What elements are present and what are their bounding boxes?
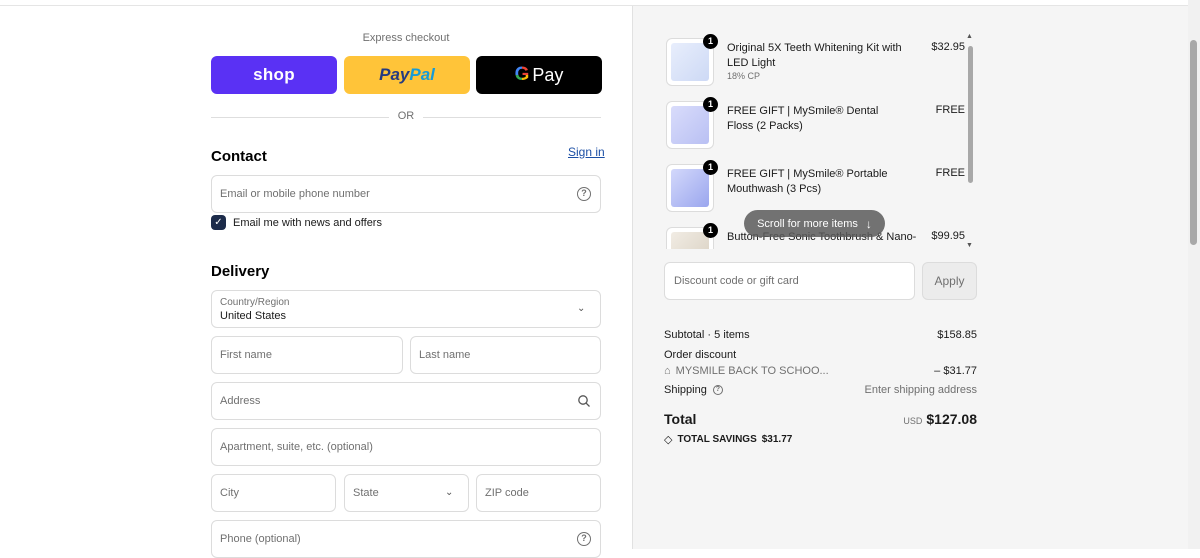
savings-value: $31.77 [761, 434, 793, 445]
shop-pay-label: shop [253, 65, 295, 84]
page-scrollbar[interactable] [1188, 0, 1200, 549]
items-scrollbar-thumb[interactable] [968, 46, 973, 183]
state-select[interactable]: State ⌄ [344, 474, 469, 512]
address-placeholder: Address [220, 395, 261, 407]
country-value: United States [220, 309, 287, 322]
item-price: FREE [935, 104, 965, 116]
dental-floss-image [671, 106, 709, 144]
subtotal-label: Subtotal · 5 items [664, 329, 750, 341]
help-circle-icon[interactable]: ? [577, 187, 591, 201]
paypal-logo-pay: Pay [379, 65, 410, 84]
scroll-up-arrow-icon[interactable]: ▲ [966, 33, 973, 40]
city-placeholder: City [220, 487, 239, 499]
apply-button[interactable]: Apply [922, 262, 977, 300]
page-scrollbar-thumb[interactable] [1190, 40, 1197, 245]
total-savings-row: ◇ TOTAL SAVINGS $31.77 [664, 433, 977, 446]
checkmark-icon[interactable]: ✓ [211, 215, 226, 230]
quantity-badge: 1 [703, 160, 718, 175]
subtotal-row: Subtotal · 5 items $158.85 [664, 329, 977, 341]
list-item: 1 FREE GIFT | MySmile® Portable Mouthwas… [664, 160, 976, 215]
help-circle-icon[interactable]: ? [712, 385, 723, 396]
scroll-more-label: Scroll for more items [757, 217, 858, 230]
contact-heading: Contact [211, 148, 267, 165]
email-field[interactable]: Email or mobile phone number ? [211, 175, 601, 213]
phone-field[interactable]: Phone (optional) ? [211, 520, 601, 558]
quantity-badge: 1 [703, 223, 718, 238]
savings-label: TOTAL SAVINGS [677, 434, 757, 445]
discount-placeholder: Discount code or gift card [674, 275, 799, 287]
item-name: FREE GIFT | MySmile® Portable Mouthwash … [727, 168, 888, 195]
or-divider: OR [211, 110, 601, 124]
zip-field[interactable]: ZIP code [476, 474, 601, 512]
currency-code: USD [903, 416, 923, 426]
item-price: $99.95 [931, 230, 965, 242]
total-label: Total [664, 411, 697, 427]
item-price: $32.95 [931, 41, 965, 53]
news-offers-checkbox-row[interactable]: ✓ Email me with news and offers [211, 215, 382, 230]
whitening-kit-image [671, 43, 709, 81]
tag-icon: ⌂ [664, 365, 671, 377]
item-variant: 18% CP [727, 71, 761, 81]
quantity-badge: 1 [703, 34, 718, 49]
shipping-label: Shipping [664, 384, 707, 396]
arrow-down-icon: ↓ [865, 216, 872, 231]
first-name-field[interactable]: First name [211, 336, 403, 374]
zip-placeholder: ZIP code [485, 487, 529, 499]
discount-code-row: ⌂ MYSMILE BACK TO SCHOO... – $31.77 [664, 365, 977, 377]
shipping-value: Enter shipping address [864, 384, 977, 396]
last-name-field[interactable]: Last name [410, 336, 601, 374]
delivery-heading: Delivery [211, 263, 270, 280]
tag-icon: ◇ [664, 434, 673, 446]
list-item: 1 Original 5X Teeth Whitening Kit with L… [664, 34, 976, 89]
discount-code-input[interactable]: Discount code or gift card [664, 262, 915, 300]
google-pay-button[interactable]: G Pay [476, 56, 602, 94]
express-checkout-label: Express checkout [362, 32, 450, 44]
mouthwash-image [671, 169, 709, 207]
item-name: FREE GIFT | MySmile® Dental Floss (2 Pac… [727, 105, 879, 132]
items-scrollbar[interactable]: ▲ ▼ [966, 33, 974, 249]
phone-placeholder: Phone (optional) [220, 533, 301, 545]
total-value: $127.08 [926, 411, 977, 427]
paypal-logo-pal: Pal [409, 65, 435, 84]
apartment-placeholder: Apartment, suite, etc. (optional) [220, 441, 373, 453]
order-discount-label: Order discount [664, 349, 737, 361]
shipping-row: Shipping ? Enter shipping address [664, 384, 977, 396]
address-field[interactable]: Address [211, 382, 601, 420]
first-name-placeholder: First name [220, 349, 272, 361]
subtotal-value: $158.85 [937, 329, 977, 341]
search-icon [578, 395, 590, 407]
news-offers-label: Email me with news and offers [233, 216, 382, 229]
google-pay-label: Pay [532, 64, 564, 85]
country-label: Country/Region [220, 296, 290, 308]
email-placeholder: Email or mobile phone number [220, 188, 370, 200]
total-row: Total USD $127.08 [664, 411, 977, 427]
discount-code-name: MYSMILE BACK TO SCHOO... [675, 365, 829, 377]
paypal-button[interactable]: Pay Pal [344, 56, 470, 94]
help-circle-icon[interactable]: ? [577, 532, 591, 546]
city-field[interactable]: City [211, 474, 336, 512]
divider-line-right [423, 117, 601, 118]
country-select[interactable]: Country/Region United States ⌄ [211, 290, 601, 328]
discount-value: – $31.77 [934, 365, 977, 377]
scroll-down-arrow-icon[interactable]: ▼ [966, 242, 973, 249]
chevron-down-icon: ⌄ [445, 487, 454, 498]
item-price: FREE [935, 167, 965, 179]
scroll-more-items-button[interactable]: Scroll for more items ↓ [744, 210, 885, 237]
last-name-placeholder: Last name [419, 349, 471, 361]
or-label: OR [397, 110, 415, 122]
chevron-down-icon: ⌄ [577, 303, 586, 314]
quantity-badge: 1 [703, 97, 718, 112]
apartment-field[interactable]: Apartment, suite, etc. (optional) [211, 428, 601, 466]
list-item: 1 FREE GIFT | MySmile® Dental Floss (2 P… [664, 97, 976, 152]
item-name: Original 5X Teeth Whitening Kit with LED… [727, 42, 902, 69]
order-discount-row: Order discount [664, 349, 977, 361]
google-g-icon: G [514, 64, 530, 85]
sign-in-link[interactable]: Sign in [568, 145, 605, 159]
shop-pay-button[interactable]: shop [211, 56, 337, 94]
